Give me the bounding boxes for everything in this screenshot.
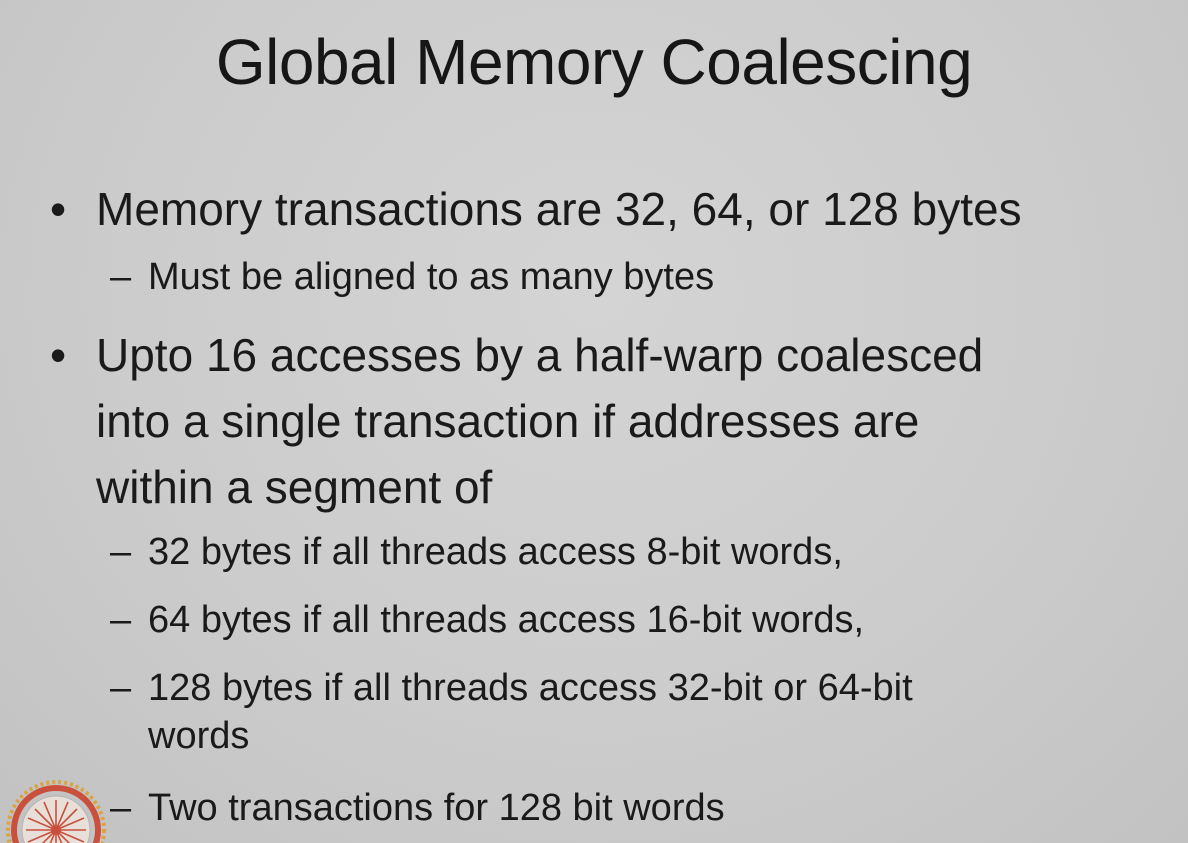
bullet-2-sub-4-text: Two transactions for 128 bit words <box>148 787 725 829</box>
bullet-2-sub-3: –128 bytes if all threads access 32-bit … <box>110 664 913 760</box>
bullet-2-line-3-wrap: within a segment of <box>96 454 492 520</box>
bullet-1-sub-1-text: Must be aligned to as many bytes <box>148 256 715 298</box>
bullet-2-sub-2: –64 bytes if all threads access 16-bit w… <box>110 596 864 644</box>
bullet-2-sub-2-text: 64 bytes if all threads access 16-bit wo… <box>148 599 865 641</box>
bullet-2: • Upto 16 accesses by a half-warp coales… <box>50 322 984 388</box>
bullet-marker: • <box>50 183 67 235</box>
bullet-1-sub-1: – Must be aligned to as many bytes <box>110 253 714 301</box>
bullet-2-sub-3-cont: words <box>148 715 250 757</box>
bullet-2-line-2-wrap: into a single transaction if addresses a… <box>96 388 919 454</box>
bullet-1: • Memory transactions are 32, 64, or 128… <box>50 176 1022 242</box>
bullet-2-sub-4: – Two transactions for 128 bit words <box>110 784 725 832</box>
bullet-marker: • <box>50 329 67 381</box>
bullet-2-line-1: Upto 16 accesses by a half-warp coalesce… <box>96 329 984 381</box>
sub-marker: – <box>110 787 132 829</box>
bullet-2-sub-3-text: 128 bytes if all threads access 32-bit o… <box>148 667 913 709</box>
institute-emblem-icon <box>6 780 106 843</box>
sub-marker: – <box>110 667 132 709</box>
sub-marker: – <box>110 256 132 298</box>
bullet-2-line-3: within a segment of <box>96 461 493 513</box>
slide: Global Memory Coalescing • Memory transa… <box>0 0 1188 843</box>
bullet-2-sub-1-text: 32 bytes if all threads access 8-bit wor… <box>148 531 843 573</box>
sub-marker: – <box>110 599 132 641</box>
slide-title: Global Memory Coalescing <box>215 26 973 98</box>
bullet-2-line-2: into a single transaction if addresses a… <box>96 395 920 447</box>
bullet-1-text: Memory transactions are 32, 64, or 128 b… <box>96 183 1022 235</box>
bullet-2-sub-1: –32 bytes if all threads access 8-bit wo… <box>110 528 843 576</box>
sub-marker: – <box>110 531 132 573</box>
